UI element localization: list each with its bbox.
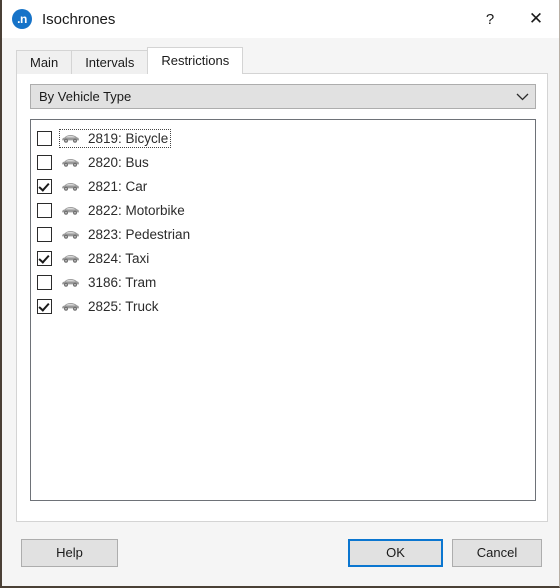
- chevron-down-icon: [509, 93, 535, 101]
- vehicle-car-icon: [61, 252, 80, 264]
- vehicle-car-icon: [61, 228, 80, 240]
- list-item-label: 2821: Car: [88, 178, 148, 194]
- ok-button[interactable]: OK: [348, 539, 443, 567]
- list-item-content[interactable]: 2820: Bus: [60, 154, 151, 171]
- list-item[interactable]: 2823: Pedestrian: [31, 222, 535, 246]
- vehicle-type-checkbox[interactable]: [37, 298, 52, 314]
- list-item[interactable]: 2820: Bus: [31, 150, 535, 174]
- isochrones-dialog: .n Isochrones ? ✕ Main Intervals Restric…: [0, 0, 560, 588]
- vehicle-car-icon: [61, 276, 80, 288]
- vehicle-type-checkbox[interactable]: [37, 130, 52, 146]
- tab-strip: Main Intervals Restrictions: [16, 47, 244, 74]
- vehicle-type-checkbox[interactable]: [37, 154, 52, 170]
- list-item-label: 2825: Truck: [88, 298, 159, 314]
- list-item-label: 3186: Tram: [88, 274, 157, 290]
- list-item-content[interactable]: 2824: Taxi: [60, 250, 151, 267]
- vehicle-car-icon: [61, 156, 80, 168]
- vehicle-type-list[interactable]: 2819: Bicycle 2820: Bus 2821: Car 2822: Mot…: [30, 119, 536, 501]
- vehicle-car-icon: [61, 204, 80, 216]
- list-item[interactable]: 2819: Bicycle: [31, 126, 535, 150]
- list-item[interactable]: 3186: Tram: [31, 270, 535, 294]
- list-item-content[interactable]: 2821: Car: [60, 178, 149, 195]
- restrictions-panel: By Vehicle Type 2819: Bicycle 2820: Bus 28…: [16, 73, 548, 522]
- close-icon[interactable]: ✕: [513, 0, 559, 38]
- vehicle-type-checkbox[interactable]: [37, 178, 52, 194]
- vehicle-type-checkbox[interactable]: [37, 274, 52, 290]
- list-item-label: 2822: Motorbike: [88, 202, 185, 218]
- cancel-button[interactable]: Cancel: [452, 539, 542, 567]
- dialog-footer: Help OK Cancel: [2, 528, 559, 586]
- vehicle-type-checkbox[interactable]: [37, 202, 52, 218]
- app-logo-icon: .n: [12, 9, 32, 29]
- tab-main[interactable]: Main: [16, 50, 73, 74]
- list-item-content[interactable]: 2819: Bicycle: [58, 128, 172, 148]
- vehicle-type-filter-value: By Vehicle Type: [39, 89, 132, 104]
- list-item-content[interactable]: 3186: Tram: [60, 274, 158, 291]
- vehicle-car-icon: [61, 300, 80, 312]
- vehicle-car-icon: [61, 132, 80, 144]
- help-question-icon[interactable]: ?: [467, 0, 513, 38]
- list-item-label: 2819: Bicycle: [88, 130, 169, 146]
- list-item-label: 2820: Bus: [88, 154, 149, 170]
- list-item-content[interactable]: 2825: Truck: [60, 298, 161, 315]
- title-bar: .n Isochrones ? ✕: [2, 0, 559, 38]
- window-title: Isochrones: [42, 10, 116, 28]
- list-item[interactable]: 2825: Truck: [31, 294, 535, 318]
- tab-intervals[interactable]: Intervals: [71, 50, 149, 74]
- list-item-label: 2823: Pedestrian: [88, 226, 191, 242]
- list-item-content[interactable]: 2822: Motorbike: [60, 202, 187, 219]
- vehicle-type-checkbox[interactable]: [37, 226, 52, 242]
- vehicle-type-filter-dropdown[interactable]: By Vehicle Type: [30, 84, 536, 109]
- list-item[interactable]: 2821: Car: [31, 174, 535, 198]
- vehicle-car-icon: [61, 180, 80, 192]
- list-item[interactable]: 2822: Motorbike: [31, 198, 535, 222]
- list-item[interactable]: 2824: Taxi: [31, 246, 535, 270]
- tab-restrictions[interactable]: Restrictions: [147, 47, 244, 74]
- vehicle-type-checkbox[interactable]: [37, 250, 52, 266]
- list-item-label: 2824: Taxi: [88, 250, 150, 266]
- list-item-content[interactable]: 2823: Pedestrian: [60, 226, 192, 243]
- help-button[interactable]: Help: [21, 539, 118, 567]
